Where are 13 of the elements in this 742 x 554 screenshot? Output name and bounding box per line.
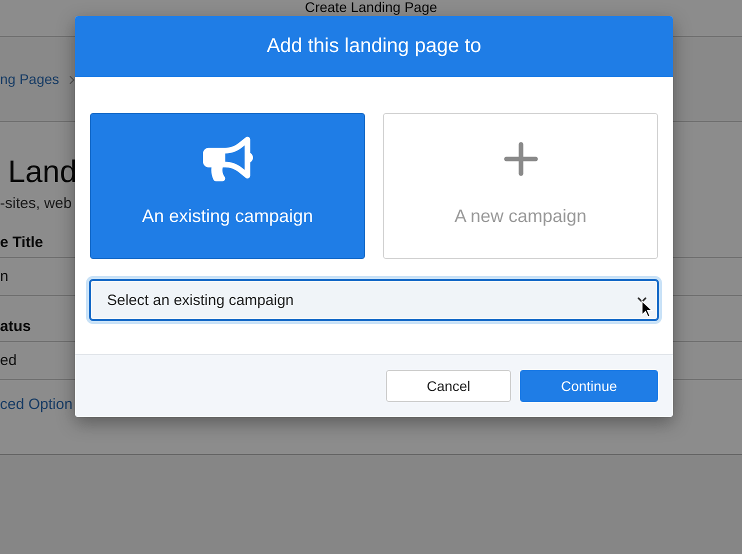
page-title: Create Landing Page (304, 0, 438, 17)
megaphone-icon (202, 134, 252, 184)
continue-button[interactable]: Continue (520, 370, 658, 402)
campaign-select[interactable]: Select an existing campaign (89, 279, 659, 321)
cursor-icon (641, 300, 653, 318)
campaign-option[interactable]: A new campaign (383, 113, 658, 259)
breadcrumb-link[interactable]: ng Pages (0, 71, 60, 87)
page-description: -sites, web (0, 195, 72, 212)
cancel-button[interactable]: Cancel (386, 370, 511, 402)
dialog-title: Add this landing page to (266, 35, 482, 58)
page-heading: Land (8, 154, 77, 190)
advanced-options-link[interactable]: ced Option (0, 396, 73, 413)
campaign-option[interactable]: An existing campaign (90, 113, 365, 259)
